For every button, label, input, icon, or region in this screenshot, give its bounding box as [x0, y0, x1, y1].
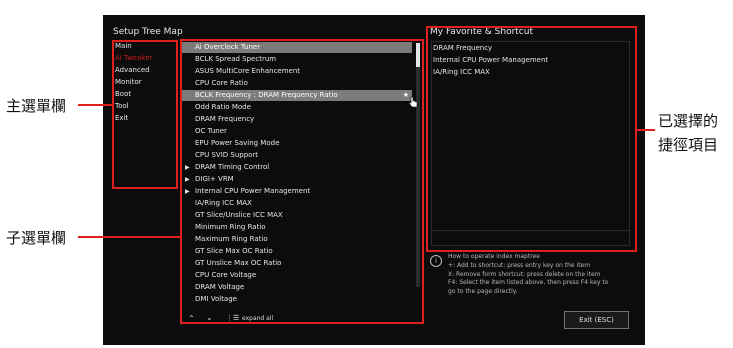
- shortcut-pointer-line: [637, 129, 655, 131]
- shortcut-annotation-line1: 已選擇的: [658, 112, 719, 130]
- shortcut-highlight-box: [426, 26, 637, 252]
- main-menu-highlight-box: [112, 40, 178, 189]
- submenu-annotation: 子選單欄: [6, 229, 67, 247]
- help-line: F4: Select the item listed above, then p…: [448, 279, 609, 286]
- main-menu-pointer-line: [78, 104, 112, 106]
- help-title: How to operate index maptree: [448, 253, 540, 260]
- main-menu-annotation: 主選單欄: [6, 97, 67, 115]
- submenu-highlight-box: [180, 39, 424, 324]
- exit-button[interactable]: Exit (ESC): [564, 311, 629, 329]
- submenu-pointer-line: [78, 236, 180, 238]
- tree-map-title: Setup Tree Map: [113, 27, 183, 37]
- shortcut-annotation-line2: 捷徑項目: [658, 136, 719, 154]
- help-line: X: Remove form shortcut: press delete on…: [448, 270, 601, 278]
- info-icon: i: [430, 255, 442, 267]
- help-line: +: Add to shortcut: press entry key on t…: [448, 262, 591, 269]
- help-line: go to the page directly.: [448, 287, 518, 295]
